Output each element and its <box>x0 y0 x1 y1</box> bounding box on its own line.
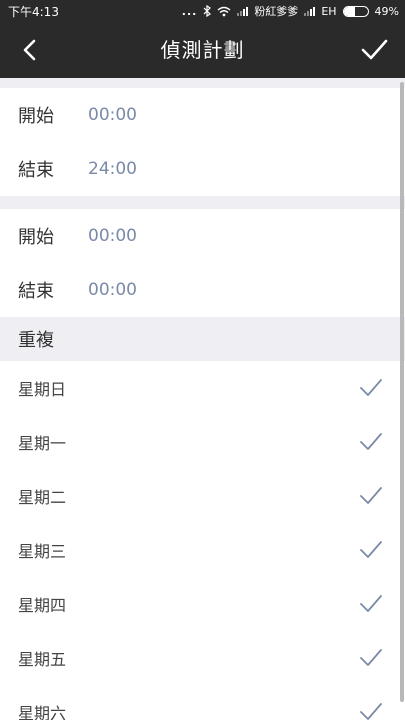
wifi-icon <box>217 6 231 16</box>
start-label: 開始 <box>18 227 54 248</box>
check-icon <box>360 703 382 720</box>
day-row-thursday[interactable]: 星期四 <box>0 577 405 631</box>
page-title: 偵測計劃 <box>160 38 245 62</box>
status-indicators: ... 粉紅爹爹 EH 49% <box>182 3 399 19</box>
day-label: 星期日 <box>18 380 67 399</box>
start-time-value: 00:00 <box>88 105 137 125</box>
check-icon <box>360 379 382 396</box>
check-icon <box>360 433 382 450</box>
start-label: 開始 <box>18 106 54 127</box>
day-label: 星期六 <box>18 704 67 720</box>
check-icon <box>360 595 382 612</box>
battery-icon <box>342 5 369 17</box>
check-icon <box>360 649 382 666</box>
day-label: 星期一 <box>18 434 67 453</box>
repeat-header: 重複 <box>0 317 405 361</box>
day-row-wednesday[interactable]: 星期三 <box>0 523 405 577</box>
start-time-value: 00:00 <box>88 226 137 246</box>
end-label: 結束 <box>18 160 54 181</box>
section-gap <box>0 78 405 88</box>
more-dots: ... <box>181 4 198 18</box>
signal-icon-2 <box>304 6 316 16</box>
end-time-value: 00:00 <box>88 280 137 300</box>
status-time: 下午4:13 <box>8 4 59 19</box>
schedule-1-end-row[interactable]: 結束 24:00 <box>0 142 405 196</box>
network-type: EH <box>321 4 337 18</box>
status-bar: 下午4:13 ... 粉紅爹爹 EH 49% <box>0 0 405 22</box>
end-time-value: 24:00 <box>88 159 137 179</box>
day-row-sunday[interactable]: 星期日 <box>0 361 405 415</box>
day-list: 星期日 星期一 星期二 星期三 星期四 星期五 星期六 <box>0 361 405 720</box>
carrier-name: 粉紅爹爹 <box>254 5 299 18</box>
day-row-friday[interactable]: 星期五 <box>0 631 405 685</box>
day-row-saturday[interactable]: 星期六 <box>0 685 405 720</box>
day-row-monday[interactable]: 星期一 <box>0 415 405 469</box>
check-icon <box>360 541 382 558</box>
nav-bar: 偵測計劃 <box>0 22 405 78</box>
check-icon[interactable] <box>359 35 389 65</box>
day-label: 星期五 <box>18 650 67 669</box>
schedule-2-start-row[interactable]: 開始 00:00 <box>0 209 405 263</box>
section-gap <box>0 196 405 209</box>
day-label: 星期二 <box>18 488 67 507</box>
schedule-content: 開始 00:00 結束 24:00 開始 00:00 結束 00:00 重複 星… <box>0 78 405 720</box>
battery-percent: 49% <box>374 4 399 18</box>
day-label: 星期三 <box>18 542 67 561</box>
signal-icon <box>237 6 249 16</box>
end-label: 結束 <box>18 281 54 302</box>
schedule-1-start-row[interactable]: 開始 00:00 <box>0 88 405 142</box>
bluetooth-icon <box>203 5 212 17</box>
check-icon <box>360 487 382 504</box>
schedule-2-end-row[interactable]: 結束 00:00 <box>0 263 405 317</box>
day-label: 星期四 <box>18 596 67 615</box>
scrollbar[interactable] <box>400 82 404 702</box>
day-row-tuesday[interactable]: 星期二 <box>0 469 405 523</box>
